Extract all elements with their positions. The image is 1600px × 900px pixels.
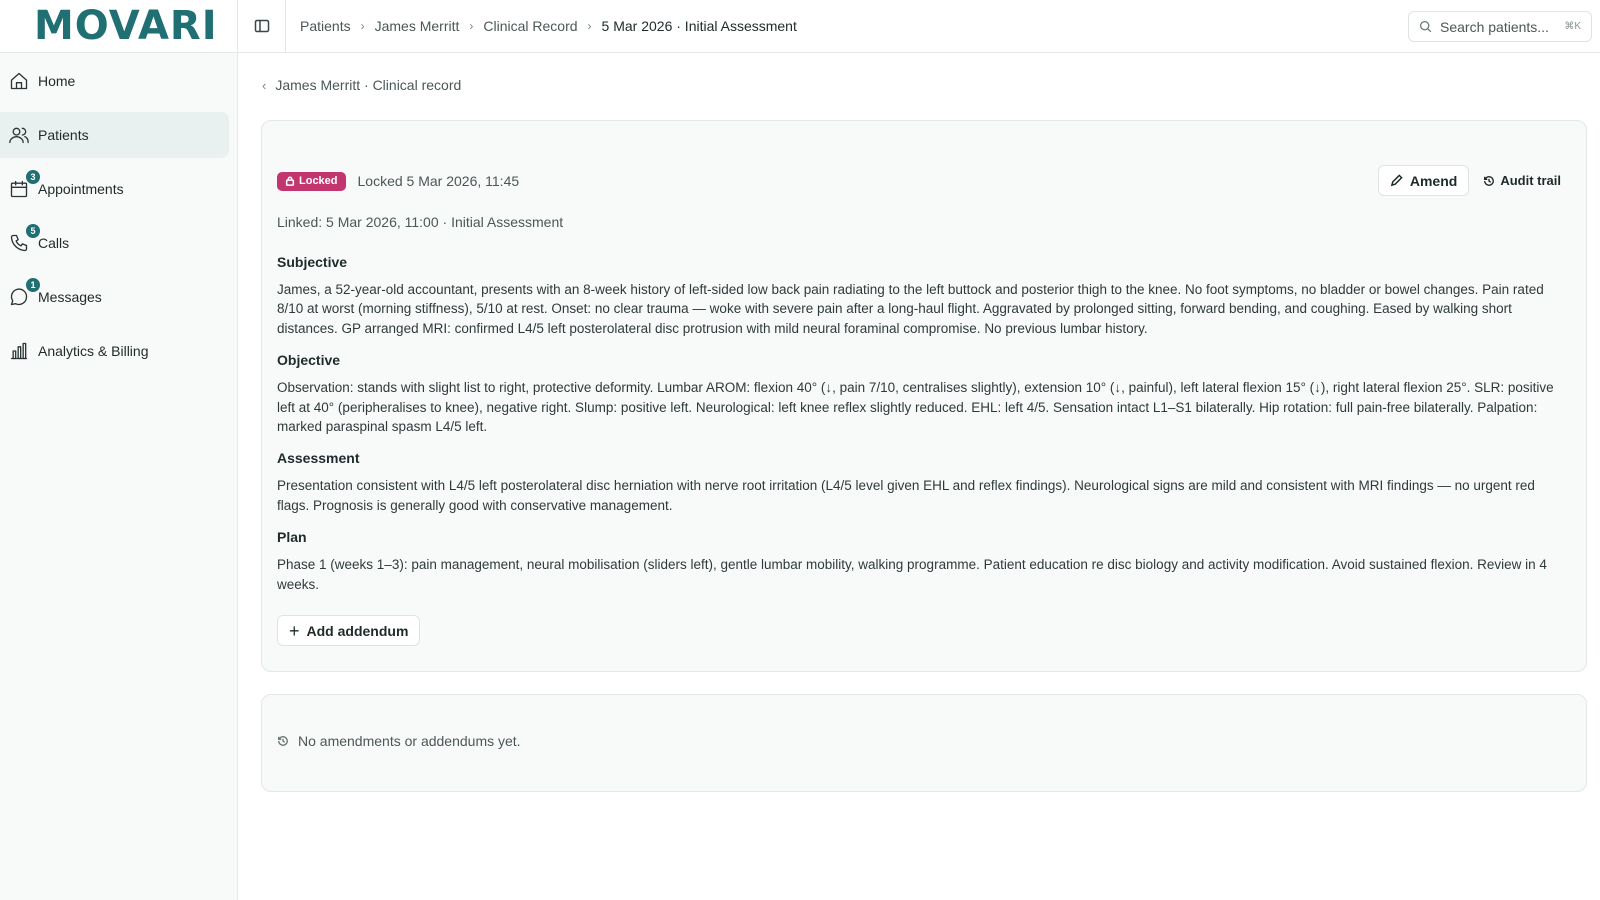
locked-timestamp: Locked 5 Mar 2026, 11:45 [357, 173, 520, 189]
amendments-card: No amendments or addendums yet. [261, 694, 1587, 792]
chevron-right-icon: › [360, 19, 365, 33]
phone-icon: 5 [8, 224, 40, 254]
sidebar-toggle-button[interactable] [238, 0, 286, 53]
search-placeholder: Search patients... [1440, 18, 1549, 35]
sidebar: MOVARI Home Patients 3 Appointments 5 Ca… [0, 0, 238, 900]
message-icon: 1 [8, 278, 40, 308]
chevron-left-icon: ‹ [262, 77, 267, 93]
breadcrumb-patients[interactable]: Patients [300, 18, 351, 34]
status-badge: Locked [277, 171, 346, 191]
assessment-text: Presentation consistent with L4/5 left p… [277, 478, 1535, 513]
clinical-note-card: Locked Locked 5 Mar 2026, 11:45 Amend Au… [261, 120, 1587, 672]
back-link-label: James Merritt · Clinical record [275, 77, 462, 93]
breadcrumb-patient[interactable]: James Merritt [375, 18, 460, 34]
panel-toggle-icon [254, 19, 269, 33]
objective-text: Observation: stands with slight list to … [277, 380, 1554, 435]
objective-heading: Objective [277, 352, 341, 369]
lock-icon [285, 176, 295, 186]
sidebar-item-appointments[interactable]: 3 Appointments [0, 166, 229, 212]
back-link[interactable]: ‹ James Merritt · Clinical record [262, 77, 461, 93]
search-shortcut: ⌘K [1564, 21, 1581, 32]
assessment-heading: Assessment [277, 450, 360, 467]
appointments-badge: 3 [26, 170, 40, 184]
sidebar-item-label: Calls [38, 235, 70, 251]
calls-badge: 5 [26, 224, 40, 238]
note-actions: Amend Audit trail [1377, 165, 1561, 196]
search-input[interactable]: Search patients... ⌘K [1408, 11, 1592, 42]
sidebar-item-analytics-billing[interactable]: Analytics & Billing [0, 328, 229, 374]
chevron-right-icon: › [469, 19, 474, 33]
history-icon [278, 736, 288, 746]
add-addendum-button[interactable]: + Add addendum [277, 615, 421, 646]
subjective-text: James, a 52-year-old accountant, present… [277, 282, 1544, 336]
sidebar-nav: Home Patients 3 Appointments 5 Calls 1 M… [0, 53, 237, 374]
pencil-icon [1390, 174, 1403, 187]
calendar-icon: 3 [8, 170, 40, 200]
linked-appointment: Linked: 5 Mar 2026, 11:00 · Initial Asse… [277, 214, 564, 230]
amend-button[interactable]: Amend [1377, 165, 1470, 196]
sidebar-item-calls[interactable]: 5 Calls [0, 220, 229, 266]
sidebar-item-patients[interactable]: Patients [0, 112, 229, 158]
history-icon [1484, 175, 1495, 186]
home-icon [8, 70, 30, 92]
amend-label: Amend [1409, 172, 1458, 189]
sidebar-item-label: Messages [38, 289, 102, 305]
soap-sections: Subjective James, a 52-year-old accounta… [277, 254, 1564, 608]
sidebar-item-label: Analytics & Billing [38, 343, 149, 359]
plan-heading: Plan [277, 529, 307, 546]
breadcrumb-current: 5 Mar 2026 · Initial Assessment [601, 18, 797, 34]
logo[interactable]: MOVARI [0, 0, 237, 53]
sidebar-item-label: Appointments [38, 181, 124, 197]
status-badge-label: Locked [299, 175, 338, 187]
amendments-empty-text: No amendments or addendums yet. [298, 733, 521, 749]
sidebar-item-home[interactable]: Home [0, 58, 229, 104]
breadcrumb-clinical-record[interactable]: Clinical Record [483, 18, 577, 34]
users-icon [8, 124, 30, 146]
breadcrumb: Patients › James Merritt › Clinical Reco… [286, 18, 797, 34]
logo-text: MOVARI [34, 3, 218, 49]
topbar: Patients › James Merritt › Clinical Reco… [238, 0, 1600, 53]
bar-chart-icon [8, 340, 30, 362]
amendments-empty-state: No amendments or addendums yet. [277, 733, 521, 749]
subjective-heading: Subjective [277, 254, 348, 270]
messages-badge: 1 [26, 278, 40, 292]
note-header: Locked Locked 5 Mar 2026, 11:45 Amend Au… [277, 165, 1571, 197]
audit-trail-label: Audit trail [1500, 173, 1561, 188]
sidebar-item-label: Home [38, 73, 76, 89]
audit-trail-button[interactable]: Audit trail [1483, 165, 1561, 196]
main-content: ‹ James Merritt · Clinical record Locked… [238, 53, 1600, 900]
sidebar-item-label: Patients [38, 127, 89, 143]
chevron-right-icon: › [587, 19, 592, 33]
plus-icon: + [289, 620, 300, 641]
search-icon [1419, 20, 1432, 33]
add-addendum-label: Add addendum [306, 622, 409, 639]
sidebar-item-messages[interactable]: 1 Messages [0, 274, 229, 320]
plan-text: Phase 1 (weeks 1–3): pain management, ne… [277, 557, 1547, 592]
